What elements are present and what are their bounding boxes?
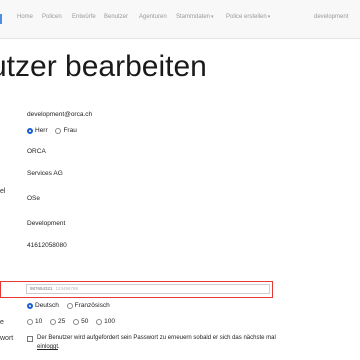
company-name-field[interactable]: ORCA [27,148,46,155]
radio-selected-icon [27,302,33,309]
password-reset-text: Der Benutzer wird aufgefordert sein Pass… [37,335,276,350]
nav-entwuerfe[interactable]: Entwürfe [72,14,96,20]
salutation-option-herr[interactable]: Herr [27,127,48,134]
password-reset-checkbox[interactable] [27,336,33,342]
nav-benutzer[interactable]: Benutzer [104,14,128,20]
highlighted-input-frame: 987654321 123456789 [0,281,273,298]
nav-policen[interactable]: Policen [42,14,62,20]
radio-unselected-icon [96,318,103,325]
id-number-placeholder: 123456789 [55,286,79,291]
brand-logo-fragment[interactable] [0,14,6,24]
password-label-fragment: wort [0,335,14,342]
salutation-option-frau[interactable]: Frau [55,127,77,134]
chevron-down-icon: ▾ [211,14,214,20]
radio-unselected-icon [73,318,80,325]
phone-field[interactable]: 41612058080 [27,242,67,249]
nav-stammdaten-label: Stammdaten [176,14,211,20]
language-option-franzoesisch[interactable]: Französisch [66,302,110,309]
radio-unselected-icon [27,318,33,325]
company-suffix-field[interactable]: Services AG [27,170,63,177]
nav-stammdaten[interactable]: Stammdaten▾ [176,14,214,20]
page-size-label-fragment: e [0,319,4,326]
id-number-value: 987654321 [30,286,53,291]
nav-agenturen[interactable]: Agenturen [139,14,167,20]
language-radio-group: Deutsch Französisch [27,302,116,309]
nav-home[interactable]: Home [17,14,33,20]
nav-police-erstellen[interactable]: Police erstellen▾ [226,14,270,20]
einloggt-link: einloggt [37,344,59,350]
page-title: utzer bearbeiten [0,50,207,83]
page-size-radio-group: 10 25 50 100 [27,318,121,325]
chevron-down-icon: ▾ [267,14,271,20]
email-field[interactable]: development@orca.ch [27,111,92,118]
radio-unselected-icon [55,127,62,134]
nav-user-menu[interactable]: development [314,14,348,20]
radio-unselected-icon [66,302,73,309]
id-number-input[interactable]: 987654321 123456789 [26,284,270,294]
page-size-option-100[interactable]: 100 [96,318,115,325]
language-option-deutsch[interactable]: Deutsch [27,302,59,309]
city-field[interactable]: OSe [27,195,40,202]
page-size-option-10[interactable]: 10 [27,318,42,325]
department-field[interactable]: Development [27,220,65,227]
page-size-option-50[interactable]: 50 [73,318,88,325]
radio-unselected-icon [50,318,57,325]
salutation-radio-group: Herr Frau [27,127,83,134]
field-label-fragment: el [0,188,6,195]
page-size-option-25[interactable]: 25 [50,318,65,325]
top-navbar: Home Policen Entwürfe Benutzer Agenturen… [0,0,360,39]
nav-police-erstellen-label: Police erstellen [226,14,267,20]
radio-selected-icon [27,127,33,134]
